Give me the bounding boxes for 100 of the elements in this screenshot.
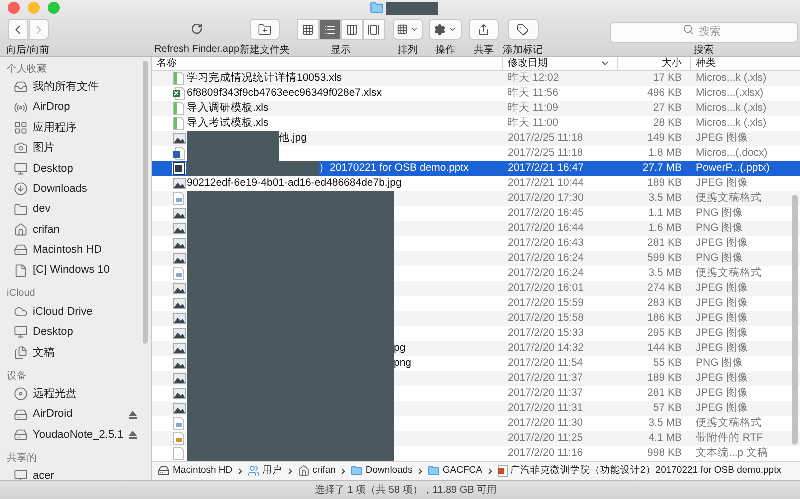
scrollbar-thumb[interactable] — [143, 61, 148, 344]
path-item[interactable]: crifan — [298, 464, 336, 478]
section-heading: iCloud — [7, 287, 36, 302]
sidebar-item[interactable]: Macintosh HD — [0, 240, 151, 261]
file-name: 学习完成情况统计详情10053.xls — [187, 71, 342, 86]
sidebar-item[interactable]: 远程光盘 — [0, 384, 151, 404]
sidebar-item[interactable]: AirDrop — [0, 97, 151, 118]
back-button[interactable] — [8, 19, 28, 40]
tag-button[interactable] — [508, 19, 538, 40]
date-cell-text: 2017/2/20 11:37 — [507, 370, 584, 386]
cloud-icon — [14, 305, 28, 320]
sidebar-item[interactable]: 文稿 — [0, 342, 151, 364]
scrollbar-thumb[interactable] — [792, 195, 798, 445]
sidebar-item[interactable]: Desktop — [0, 158, 151, 179]
column-view-button[interactable] — [341, 19, 363, 40]
date-cell-text: 2017/2/20 16:24 — [507, 266, 585, 281]
path-item[interactable]: GACFCA — [428, 464, 482, 478]
file-row[interactable]: pg 2017/2/20 14:32 144 KB JPEG 图像 — [152, 341, 800, 356]
column-header[interactable]: 名称 — [152, 57, 502, 70]
size-cell-text: 283 KB — [646, 296, 683, 311]
file-row[interactable]: 2017/2/20 16:44 1.6 MB PNG 图像 — [152, 221, 800, 236]
kind-cell-text: JPEG 图像 — [695, 310, 750, 326]
radio-waves-icon — [14, 100, 28, 115]
folder-icon — [370, 1, 384, 15]
pdf-document-icon — [173, 192, 185, 205]
sidebar-item[interactable]: Downloads — [0, 178, 151, 200]
image-thumbnail-icon — [172, 208, 186, 219]
pdf-document-icon — [173, 267, 185, 280]
download-icon — [14, 182, 28, 196]
size-cell-text: 27.7 MB — [642, 160, 683, 176]
kind-cell-text: PNG 图像 — [695, 220, 745, 236]
column-header[interactable]: 种类 — [690, 57, 790, 70]
share-icon — [478, 24, 490, 36]
kind-cell-text: PNG 图像 — [695, 206, 745, 221]
sidebar-item[interactable]: iCloud Drive — [0, 302, 151, 322]
file-row[interactable]: 2017/2/20 11:37 189 KB JPEG 图像 — [152, 371, 800, 386]
disc-icon — [14, 387, 28, 402]
sidebar-item[interactable]: AirDroid — [0, 404, 151, 425]
image-thumbnail-icon — [172, 253, 186, 264]
sidebar-item[interactable]: crifan — [0, 220, 151, 240]
file-row[interactable]: 学习完成情况统计详情10053.xls 昨天 12:02 17 KB Micros...k (.xls) — [152, 71, 800, 86]
file-row[interactable]: 2017/2/20 11:31 57 KB JPEG 图像 — [152, 401, 800, 416]
icon-view-icon — [302, 24, 314, 36]
date-cell-text: 2017/2/20 16:44 — [507, 220, 585, 236]
sidebar-item[interactable]: Desktop — [0, 322, 151, 343]
word-document-icon — [173, 147, 185, 160]
size-cell-text: 144 KB — [646, 340, 683, 356]
action-button[interactable] — [429, 19, 462, 40]
image-thumbnail-icon — [172, 298, 186, 309]
search-field[interactable]: 搜索 — [610, 22, 798, 42]
arrange-label: 排列 — [398, 46, 418, 56]
file-name: ）20170221 for OSB demo.pptx — [319, 160, 469, 176]
date-cell-text: 2017/2/20 15:33 — [507, 326, 585, 341]
computer-icon — [14, 469, 28, 480]
column-header[interactable]: 修改日期 — [502, 57, 617, 70]
size-cell-text: 3.5 MB — [648, 266, 683, 281]
file-row[interactable]: 2017/2/20 16:24 599 KB PNG 图像 — [152, 251, 800, 266]
file-row[interactable]: 2017/2/20 11:25 4.1 MB 带附件的 RTF — [152, 431, 800, 446]
kind-cell-text: 带附件的 RTF — [695, 430, 764, 446]
column-header[interactable]: 大小 — [617, 57, 690, 70]
path-item[interactable]: 用户 — [248, 464, 283, 478]
refresh-icon[interactable] — [191, 23, 203, 35]
eject-icon[interactable] — [129, 410, 137, 419]
spreadsheet-icon — [173, 87, 185, 100]
date-cell-text: 昨天 11:09 — [507, 100, 560, 116]
size-cell-text: 281 KB — [646, 386, 683, 401]
size-cell-text: 3.5 MB — [648, 190, 683, 206]
eject-icon[interactable] — [129, 431, 137, 440]
close-button[interactable] — [8, 2, 20, 14]
new-folder-label: 新建文件夹 — [240, 46, 290, 56]
sidebar-item[interactable]: acer — [0, 466, 151, 480]
drive-icon — [14, 428, 28, 442]
gear-icon — [434, 24, 446, 36]
arrange-button[interactable] — [393, 19, 423, 40]
sidebar-item[interactable]: 应用程序 — [0, 118, 151, 138]
share-button[interactable] — [469, 19, 499, 40]
sidebar-item[interactable]: YoudaoNote_2.5.1 — [0, 424, 151, 446]
file-row[interactable]: 他.jpg 2017/2/25 11:18 149 KB JPEG 图像 — [152, 131, 800, 146]
path-item[interactable]: Downloads — [350, 464, 413, 478]
file-row[interactable]: ）20170221 for OSB demo.pptx 2017/2/21 16:47 27.7 MB PowerP...(.pptx) — [152, 161, 800, 176]
size-cell-text: 274 KB — [646, 280, 683, 296]
path-item[interactable]: Macintosh HD — [158, 464, 233, 478]
sidebar-item[interactable]: 图片 — [0, 138, 151, 159]
icon-view-button[interactable] — [297, 19, 319, 40]
image-thumbnail-icon — [172, 238, 186, 249]
kind-cell-text: PNG 图像 — [695, 356, 745, 371]
path-item[interactable]: 广汽菲克微训学院（功能设计2）20170221 for OSB demo.pptx — [498, 464, 782, 478]
file-row[interactable]: 2017/2/20 15:58 186 KB JPEG 图像 — [152, 311, 800, 326]
sidebar-item[interactable]: [C] Windows 10 — [0, 260, 151, 281]
list-view-button[interactable] — [319, 19, 341, 40]
date-cell-text: 2017/2/20 15:59 — [507, 296, 585, 311]
file-row[interactable]: 导入调研模板.xls 昨天 11:09 27 KB Micros...k (.xls) — [152, 101, 800, 116]
image-thumbnail-icon — [172, 223, 186, 234]
file-row[interactable]: 2017/2/20 16:01 274 KB JPEG 图像 — [152, 281, 800, 296]
sidebar-item[interactable]: 我的所有文件 — [0, 77, 151, 98]
cover-flow-button[interactable] — [363, 19, 385, 40]
size-cell-text: 599 KB — [646, 250, 683, 266]
new-folder-button[interactable] — [250, 19, 280, 40]
sidebar-item[interactable]: dev — [0, 199, 151, 220]
file-row[interactable]: 2017/2/20 17:30 3.5 MB 便携文稿格式 — [152, 191, 800, 206]
